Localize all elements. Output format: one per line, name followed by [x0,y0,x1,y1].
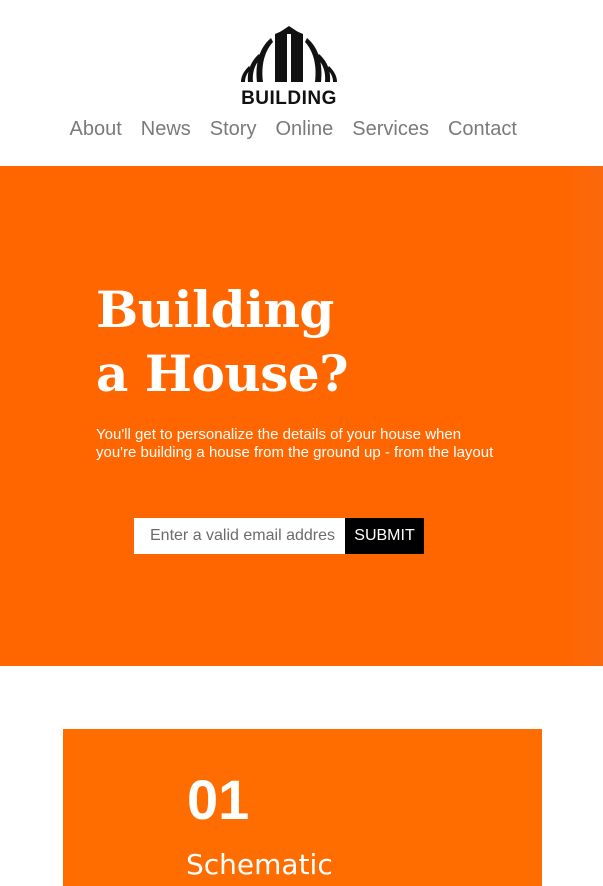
email-signup-form: SUBMIT [134,518,424,554]
hero-title-line-2: a House? [96,344,349,403]
hero-title-line-1: Building [96,280,334,339]
email-input[interactable] [134,518,345,554]
step-number: 01 [187,768,250,831]
step-card: 01 Schematic [63,729,542,886]
nav-item-services[interactable]: Services [343,116,439,142]
submit-button[interactable]: SUBMIT [345,518,424,554]
site-header: BUILDING About News Story Online Service… [0,0,603,166]
hero-background-fade [563,166,603,666]
building-logo-icon [241,26,337,82]
nav-item-contact[interactable]: Contact [438,116,526,142]
brand-logo[interactable]: BUILDING [237,26,341,109]
nav-item-news[interactable]: News [131,116,200,142]
hero-title: Building a House? [96,278,349,406]
hero-description: You'll get to personalize the details of… [96,426,494,461]
brand-name: BUILDING [241,88,337,109]
hero-section: Building a House? You'll get to personal… [0,166,603,666]
page: BUILDING About News Story Online Service… [0,0,603,886]
nav-item-about[interactable]: About [60,116,131,142]
step-title: Schematic [186,848,333,881]
nav-item-online[interactable]: Online [266,116,343,142]
main-nav: About News Story Online Services Contact [60,116,526,142]
nav-item-story[interactable]: Story [200,116,266,142]
